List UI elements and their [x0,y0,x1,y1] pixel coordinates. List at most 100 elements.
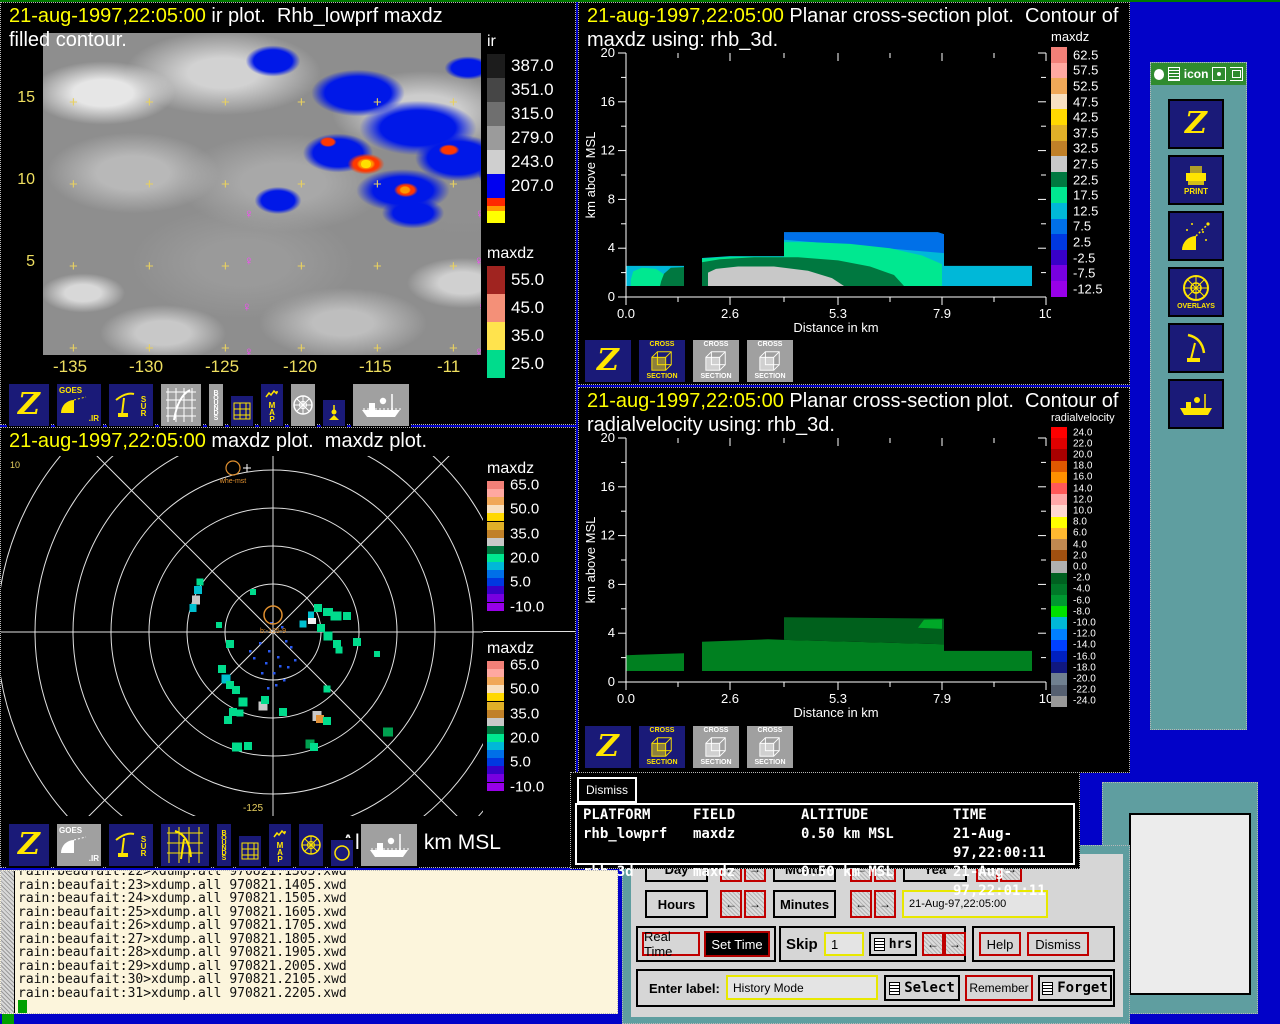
section-label: SECTION [754,759,785,767]
colorbar-tick-label: 2.5 [1073,235,1091,250]
print-button[interactable]: PRINT [1168,155,1224,205]
sur-scan-button[interactable]: SUR [107,382,155,428]
set-time-button[interactable]: Set Time [704,931,770,957]
real-time-button[interactable]: Real Time [642,932,700,956]
terminal-line: rain:beaufait:23>xdump.all 970821.1405.x… [18,879,615,893]
colorbar-tick-label: 10.0 [1073,506,1092,517]
overlays-button[interactable]: OVERLAYS [1168,267,1224,317]
subgrid-button[interactable] [229,394,255,428]
cross2-colorbar: radialvelocity24.022.020.018.016.014.012… [1051,412,1141,707]
grid-radar-button[interactable] [159,822,211,868]
skip-back-button[interactable]: ← [922,932,944,956]
circle-button[interactable] [329,838,355,868]
colorbar-segment [487,578,504,586]
cross-section-button[interactable]: CROSS SECTION [691,338,741,384]
buoy-button[interactable] [321,398,347,428]
colorbar-segment [487,481,504,489]
radar-ppi-svg: b:-125-9whe-mst-12510 [1,456,483,816]
colorbar-segment [1051,494,1067,505]
zeb-logo-button[interactable]: Z [7,382,51,428]
colorbar-segment [487,570,504,578]
colorbar-segment [487,783,504,791]
colorbar-segment [487,294,505,322]
wheel-button[interactable] [297,822,325,868]
goes-ir-button[interactable]: GOES .IR [55,382,103,428]
goes-label: GOES [59,387,82,395]
colorbar-segment [1051,156,1067,172]
terminal-content[interactable]: rain:beaufait:22>xdump.all 970821.1305.x… [18,871,615,1013]
map-button[interactable]: MAP [267,822,293,868]
wheel-icon [292,394,314,416]
window-menu-icon[interactable] [1154,69,1164,80]
zeb-logo-button[interactable]: Z [583,724,633,770]
dismiss-button[interactable]: Dismiss [577,777,637,803]
colorbar-title: maxdz [487,640,577,658]
cross-section-button[interactable]: CROSS SECTION [745,724,795,770]
cross-section-button[interactable]: CROSS SECTION [745,338,795,384]
dismiss-button[interactable]: Dismiss [1027,932,1089,956]
ir-x-tick: -130 [129,357,163,377]
icon-window-titlebar[interactable]: icon [1151,63,1246,85]
window-dot-button[interactable] [1212,67,1225,81]
cross-section-button-active[interactable]: CROSS SECTION [637,338,687,384]
zeb-logo-button[interactable]: Z [7,822,51,868]
cross-label: CROSS [758,727,783,735]
colorbar-title: radialvelocity [1051,412,1141,424]
colorbar-segment [487,750,504,758]
colorbar-tick-label: 57.5 [1073,63,1098,78]
cross-label: CROSS [650,727,675,735]
rear-list-panel[interactable] [1129,813,1251,995]
grid-plus-mark: + [221,344,230,354]
ship-button[interactable] [351,382,411,428]
bounds-button[interactable]: BOUNDS [207,382,225,428]
colorbar-tick-label: -4.0 [1073,584,1090,595]
cross1-plot[interactable]: 0.02.65.37.910048121620Distance in kmkm … [581,39,1051,340]
grid-plus-mark: + [373,98,382,108]
table-cell: rhb_lowprf [583,825,693,863]
colorbar-segment [1051,696,1067,707]
ppi-radar-display[interactable]: b:-125-9whe-mst-12510 [1,456,483,821]
colorbar-segment [1051,629,1067,640]
goes-ir-button[interactable]: GOES .IR [55,822,103,868]
map-label: MAP [268,401,277,422]
colorbar-segment [487,350,505,378]
cross2-plot[interactable]: 0.02.65.37.910048121620Distance in kmkm … [581,424,1051,725]
help-button[interactable]: Help [979,932,1021,956]
wheel-button[interactable] [289,382,317,428]
label-input-field[interactable]: History Mode [726,975,878,1000]
zeb-logo-button[interactable]: Z [1168,99,1224,149]
skip-forward-button[interactable]: → [944,932,966,956]
grid-plus-mark: + [69,98,78,108]
grid-curve-button[interactable] [159,382,203,428]
cross-section-button-active[interactable]: CROSS SECTION [637,724,687,770]
skip-value-field[interactable]: 1 [824,932,864,956]
cross-section-button[interactable]: CROSS SECTION [691,724,741,770]
map-button[interactable]: MAP [259,382,285,428]
sur-scan-button[interactable]: SUR [107,822,155,868]
goes-label: GOES [59,827,82,835]
forget-button[interactable]: Forget [1038,975,1112,1001]
window-layers-button[interactable] [1230,67,1243,81]
satellite-button[interactable] [1168,211,1224,261]
ship-button[interactable] [1168,379,1224,429]
zeb-logo-button[interactable]: Z [583,338,633,384]
subgrid-button[interactable] [237,834,263,868]
svg-text:Distance in km: Distance in km [793,320,878,335]
satellite-image[interactable]: ++++++++++++++++++++++++♀♀♀♀♀♀♀♀ [43,33,481,355]
ship-button[interactable] [359,822,419,868]
colorbar-tick-label: -10.0 [510,778,544,795]
skip-units-button[interactable]: hrs [869,932,917,956]
remember-button[interactable]: Remember [965,975,1033,1001]
select-button[interactable]: Select [884,975,960,1001]
colorbar-segment [487,211,505,223]
radar-antenna-button[interactable] [1168,323,1224,373]
bounds-button[interactable]: BOUNDS [215,822,233,868]
window-doc-icon[interactable] [1168,67,1179,81]
colorbar-tick-label: 8.0 [1073,517,1087,528]
colorbar-tick-label: 24.0 [1073,427,1092,438]
terminal-scrollbar[interactable] [1,871,15,1013]
colorbar-segment [487,766,504,774]
platform-marker-icon: ♀ [242,301,252,313]
cross1-title: 21-aug-1997,22:05:00 Planar cross-sectio… [587,5,1118,28]
colorbar-tick-label: -22.0 [1073,685,1096,696]
